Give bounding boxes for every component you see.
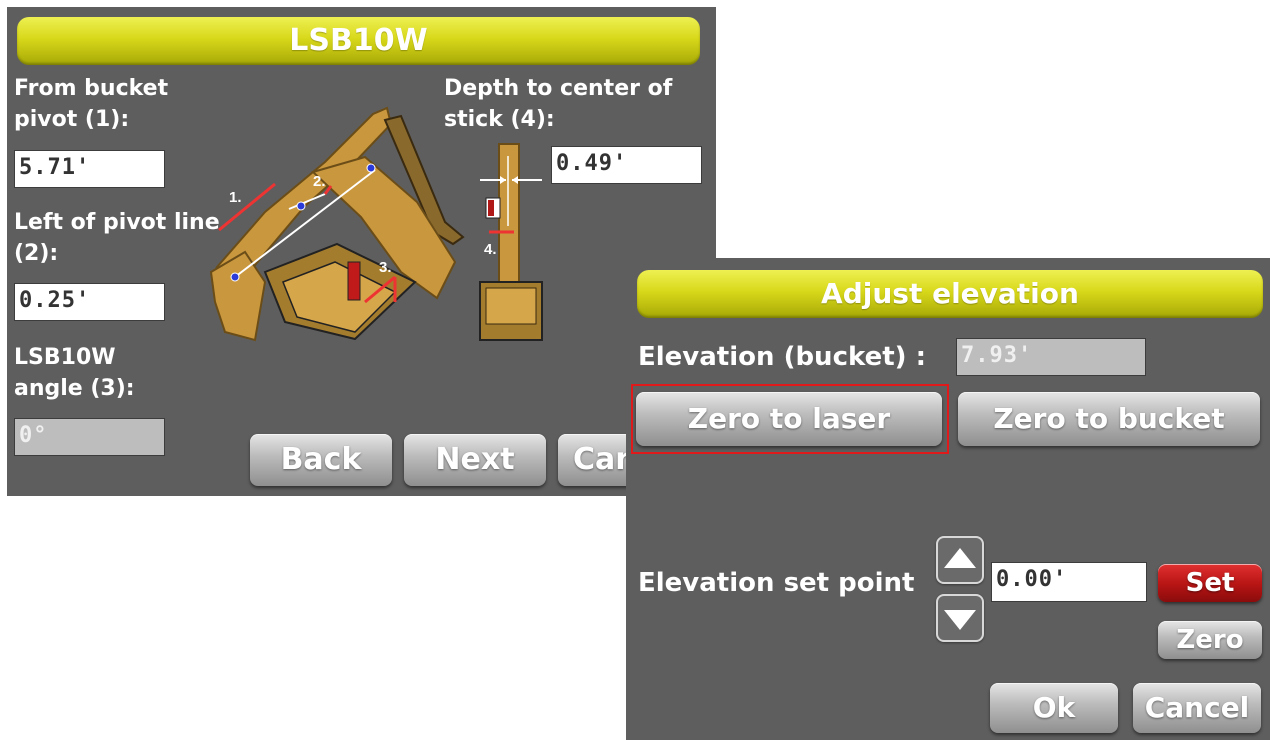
left-pivot-label-line1: Left of pivot line: [14, 210, 220, 235]
elevation-bucket-readonly: 7.93': [956, 338, 1146, 376]
marker-1: 1.: [229, 189, 242, 206]
up-arrow-icon: [944, 548, 976, 568]
left-pivot-input[interactable]: 0.25': [14, 283, 165, 321]
angle-label-line1: LSB10W: [14, 345, 116, 370]
left-pivot-label-line2: (2):: [14, 241, 59, 266]
depth-label-line1: Depth to center of: [444, 76, 673, 101]
dialog-cancel-button[interactable]: Cancel: [1133, 683, 1261, 733]
screen-title-bar: LSB10W: [17, 17, 700, 65]
zero-button[interactable]: Zero: [1158, 621, 1262, 659]
increase-setpoint-button[interactable]: [936, 536, 984, 584]
elevation-setpoint-label: Elevation set point: [638, 568, 915, 598]
dialog-title-bar: Adjust elevation: [637, 270, 1263, 318]
from-pivot-label: From bucket pivot (1):: [14, 73, 168, 135]
zero-to-laser-button[interactable]: Zero to laser: [636, 392, 942, 446]
from-pivot-label-line2: pivot (1):: [14, 107, 130, 132]
marker-2: 2.: [313, 173, 326, 190]
elevation-bucket-label: Elevation (bucket) :: [638, 342, 926, 372]
elevation-setpoint-input[interactable]: 0.00': [991, 562, 1147, 602]
next-button[interactable]: Next: [404, 434, 546, 486]
from-pivot-input[interactable]: 5.71': [14, 150, 165, 188]
depth-label-line2: stick (4):: [444, 107, 555, 132]
left-pivot-label: Left of pivot line (2):: [14, 207, 220, 269]
down-arrow-icon: [944, 610, 976, 630]
dialog-title: Adjust elevation: [821, 277, 1079, 310]
depth-label: Depth to center of stick (4):: [444, 73, 672, 135]
depth-input[interactable]: 0.49': [551, 146, 702, 184]
adjust-elevation-dialog: Adjust elevation Elevation (bucket) : 7.…: [626, 258, 1270, 740]
bucket-setup-screen: LSB10W From bucket pivot (1): 5.71' Left…: [7, 7, 716, 496]
bucket-side-diagram: 1. 2. 3.: [209, 106, 465, 342]
decrease-setpoint-button[interactable]: [936, 594, 984, 642]
ok-button[interactable]: Ok: [990, 683, 1118, 733]
angle-readonly-field: 0°: [14, 418, 165, 456]
back-button[interactable]: Back: [250, 434, 392, 486]
from-pivot-label-line1: From bucket: [14, 76, 169, 101]
marker-4: 4.: [484, 241, 497, 258]
marker-3: 3.: [379, 259, 392, 276]
screen-title: LSB10W: [289, 23, 428, 58]
zero-to-bucket-button[interactable]: Zero to bucket: [958, 392, 1260, 446]
set-button[interactable]: Set: [1158, 564, 1262, 602]
bucket-front-diagram: 4.: [479, 143, 543, 341]
angle-label-line2: angle (3):: [14, 376, 135, 401]
angle-label: LSB10W angle (3):: [14, 342, 135, 404]
